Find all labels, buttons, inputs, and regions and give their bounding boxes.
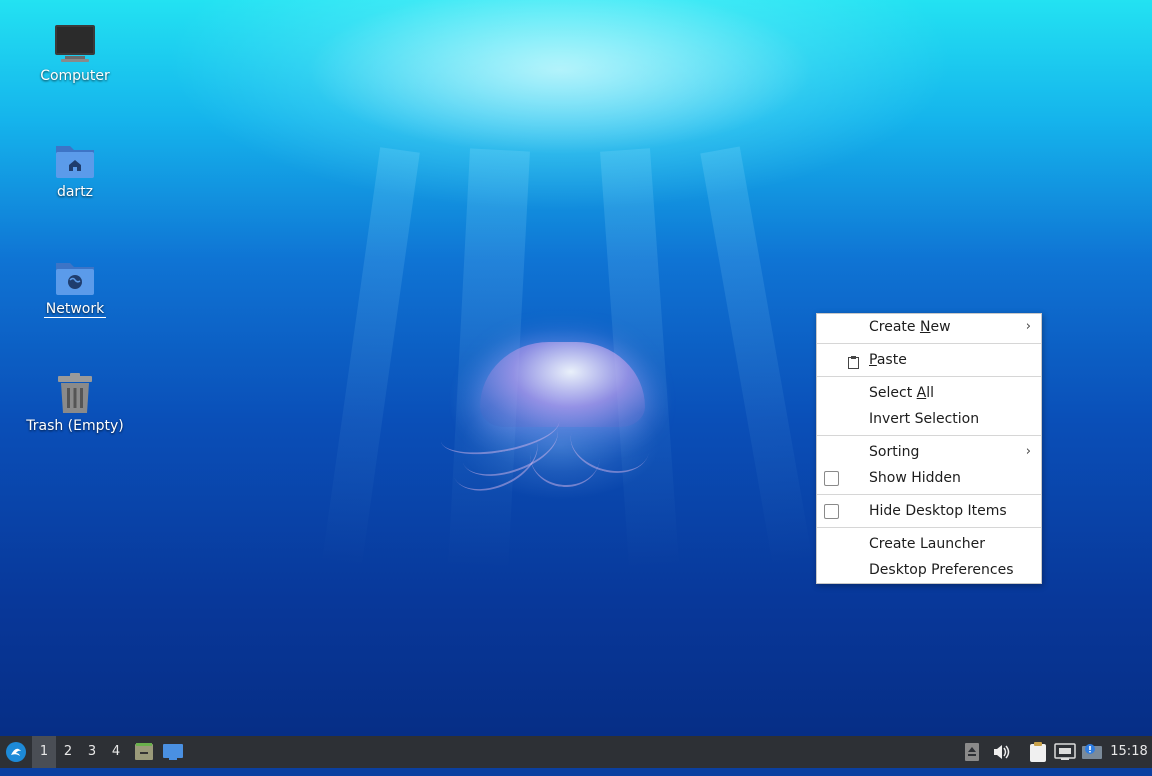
file-manager-launcher[interactable] bbox=[132, 736, 156, 768]
light-ray bbox=[321, 147, 420, 569]
light-ray bbox=[700, 146, 813, 568]
show-desktop-button[interactable] bbox=[160, 736, 186, 768]
menu-separator bbox=[817, 343, 1041, 344]
menu-separator bbox=[817, 376, 1041, 377]
clock[interactable]: 15:18 bbox=[1106, 736, 1152, 768]
workspace-4-button[interactable]: 4 bbox=[104, 736, 128, 768]
eject-button[interactable] bbox=[962, 736, 982, 768]
clipboard-button[interactable] bbox=[1026, 736, 1050, 768]
desktop-background[interactable]: Computer dartz Network Trash (Empty) Cre… bbox=[0, 0, 1152, 736]
desktop-icon-label: dartz bbox=[56, 184, 94, 200]
jellyfish-wallpaper bbox=[420, 330, 680, 520]
menu-item-create-launcher[interactable]: Create Launcher bbox=[817, 531, 1041, 557]
volume-button[interactable] bbox=[990, 736, 1012, 768]
trash-icon bbox=[53, 372, 97, 416]
workspace-2-button[interactable]: 2 bbox=[56, 736, 80, 768]
lubuntu-logo-icon bbox=[6, 742, 26, 762]
update-notifier-icon bbox=[1082, 744, 1102, 759]
desktop-icon-label: Trash (Empty) bbox=[26, 418, 124, 434]
network-folder-icon bbox=[53, 255, 97, 299]
desktop-icon-computer[interactable]: Computer bbox=[15, 22, 135, 84]
menu-item-create-new[interactable]: Create New › bbox=[817, 314, 1041, 340]
eject-icon bbox=[965, 743, 979, 761]
menu-separator bbox=[817, 527, 1041, 528]
home-folder-icon bbox=[53, 138, 97, 182]
hide-desktop-items-checkbox[interactable] bbox=[824, 504, 839, 519]
volume-icon bbox=[994, 745, 1010, 759]
menu-separator bbox=[817, 435, 1041, 436]
menu-item-paste[interactable]: Paste bbox=[817, 347, 1041, 373]
menu-item-sorting[interactable]: Sorting › bbox=[817, 439, 1041, 465]
start-menu-button[interactable] bbox=[0, 736, 32, 768]
file-manager-icon bbox=[135, 743, 153, 760]
taskbar: 1 2 3 4 15:18 bbox=[0, 736, 1152, 768]
menu-item-invert-selection[interactable]: Invert Selection bbox=[817, 406, 1041, 432]
workspace-3-button[interactable]: 3 bbox=[80, 736, 104, 768]
computer-icon bbox=[53, 22, 97, 66]
show-desktop-icon bbox=[163, 744, 183, 760]
desktop-icon-label: Network bbox=[43, 301, 107, 318]
submenu-arrow-icon: › bbox=[1025, 319, 1031, 334]
paste-icon bbox=[848, 352, 859, 369]
network-monitor-icon bbox=[1054, 743, 1076, 760]
desktop-icon-home[interactable]: dartz bbox=[15, 138, 135, 200]
menu-item-show-hidden[interactable]: Show Hidden bbox=[817, 465, 1041, 491]
show-hidden-checkbox[interactable] bbox=[824, 471, 839, 486]
clipboard-icon bbox=[1030, 742, 1046, 762]
submenu-arrow-icon: › bbox=[1025, 444, 1031, 459]
menu-item-hide-desktop-items[interactable]: Hide Desktop Items bbox=[817, 498, 1041, 524]
desktop-icon-label: Computer bbox=[40, 68, 110, 84]
menu-separator bbox=[817, 494, 1041, 495]
network-monitor-button[interactable] bbox=[1053, 736, 1077, 768]
desktop-context-menu: Create New › Paste Select All Invert Sel… bbox=[816, 313, 1042, 584]
desktop-icon-network[interactable]: Network bbox=[15, 255, 135, 318]
workspace-1-button[interactable]: 1 bbox=[32, 736, 56, 768]
menu-item-select-all[interactable]: Select All bbox=[817, 380, 1041, 406]
menu-item-desktop-preferences[interactable]: Desktop Preferences bbox=[817, 557, 1041, 583]
update-notifier-button[interactable] bbox=[1080, 736, 1104, 768]
desktop-icon-trash[interactable]: Trash (Empty) bbox=[15, 372, 135, 434]
